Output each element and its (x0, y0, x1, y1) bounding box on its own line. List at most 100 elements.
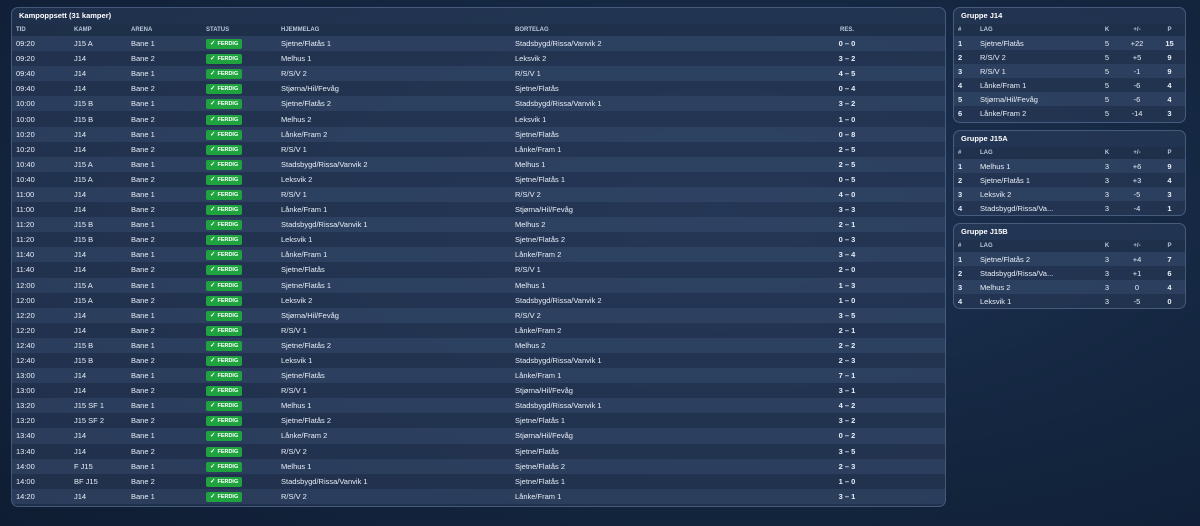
column-header-team: LAG (976, 147, 1094, 159)
standings-row[interactable]: 4 Lånke/Fram 1 5 -6 4 (954, 78, 1185, 92)
table-row[interactable]: 10:20 J14 Bane 2 ✓ FERDIG R/S/V 1 Lånke/Fram 1… (12, 141, 945, 157)
standings-row[interactable]: 5 Stjørna/Hil/Fevåg 5 -6 4 (954, 92, 1185, 106)
status-label: FERDIG (217, 403, 239, 410)
table-row[interactable]: 11:40 J14 Bane 2 ✓ FERDIG Sjetne/Flatås R/S/V … (12, 262, 945, 278)
status-label: FERDIG (217, 267, 239, 274)
schedule-body: 09:20 J15 A Bane 1 ✓ FERDIG Sjetne/Flatås 1 St… (12, 36, 945, 504)
match-time: 09:40 (12, 66, 70, 82)
table-row[interactable]: 12:20 J14 Bane 2 ✓ FERDIG R/S/V 1 Lånke/Fram 2… (12, 322, 945, 338)
team-rank: 1 (954, 159, 976, 173)
status-label: FERDIG (217, 448, 239, 455)
standings-row[interactable]: 4 Stadsbygd/Rissa/Va... 3 -4 1 (954, 201, 1185, 215)
away-team: Stadsbygd/Rissa/Vanvik 1 (511, 96, 809, 112)
team-name: Melhus 2 (976, 280, 1094, 294)
status-label: FERDIG (217, 146, 239, 153)
row-spacer (885, 141, 945, 157)
table-row[interactable]: 09:20 J15 A Bane 1 ✓ FERDIG Sjetne/Flatås 1 St… (12, 36, 945, 52)
table-row[interactable]: 13:20 J15 SF 2 Bane 2 ✓ FERDIG Sjetne/Flatås … (12, 413, 945, 429)
table-row[interactable]: 11:20 J15 B Bane 2 ✓ FERDIG Leksvik 1 Sjetne/F… (12, 232, 945, 248)
standings-row[interactable]: 2 Sjetne/Flatås 1 3 +3 4 (954, 173, 1185, 187)
table-row[interactable]: 11:00 J14 Bane 2 ✓ FERDIG Lånke/Fram 1 Stjørna… (12, 202, 945, 218)
standings-row[interactable]: 4 Leksvik 1 3 -5 0 (954, 294, 1185, 308)
standings-row[interactable]: 3 Melhus 2304 (954, 280, 1185, 294)
status-badge: ✓ FERDIG (206, 189, 243, 200)
standings-row[interactable]: 1 Melhus 1 3 +6 9 (954, 159, 1185, 173)
status-label: FERDIG (217, 282, 239, 289)
standings-table: # LAG K +/- P 1 Sjetne/Flatås 5 +22 15 2 R/S/V 2 5 +5… (954, 24, 1185, 120)
column-header-arena[interactable]: ARENA (127, 24, 202, 36)
status-label: FERDIG (217, 176, 239, 183)
points: 1 (1154, 201, 1185, 215)
match-arena: Bane 1 (127, 247, 202, 263)
table-row[interactable]: 13:20 J15 SF 1 Bane 1 ✓ FERDIG Melhus 1 Stadsb… (12, 398, 945, 414)
match-result: 2 – 3 (809, 352, 885, 369)
table-row[interactable]: 10:00 J15 B Bane 1 ✓ FERDIG Sjetne/Flatås 2 St… (12, 96, 945, 112)
match-arena: Bane 1 (127, 36, 202, 52)
column-header-home[interactable]: HJEMMELAG (277, 24, 511, 36)
column-header-away[interactable]: BORTELAG (511, 24, 809, 36)
column-header-match[interactable]: KAMP (70, 24, 127, 36)
table-row[interactable]: 14:20 J14 Bane 1 ✓ FERDIG R/S/V 2 Lånke/Fram 1… (12, 488, 945, 504)
standings-row[interactable]: 2 Stadsbygd/Rissa/Va... 3 +1 6 (954, 266, 1185, 280)
table-row[interactable]: 11:20 J15 B Bane 1 ✓ FERDIG Stadsbygd/Rissa/V… (12, 217, 945, 233)
standings-row[interactable]: 3 Leksvik 2 3 -5 3 (954, 187, 1185, 201)
table-row[interactable]: 12:00 J15 A Bane 2 ✓ FERDIG Leksvik 2 Stadsbyg… (12, 292, 945, 308)
table-row[interactable]: 12:00 J15 A Bane 1 ✓ FERDIG Sjetne/Flatås 1 Me… (12, 277, 945, 293)
table-row[interactable]: 10:40 J15 A Bane 2 ✓ FERDIG Leksvik 2 Sjetne/F… (12, 171, 945, 187)
match-arena: Bane 1 (127, 217, 202, 233)
match-result: 3 – 5 (809, 307, 885, 323)
goal-difference: +6 (1120, 159, 1154, 173)
table-row[interactable]: 13:40 J14 Bane 1 ✓ FERDIG Lånke/Fram 2 Stjørna… (12, 428, 945, 444)
table-row[interactable]: 14:00 F J15 Bane 1 ✓ FERDIG Melhus 1 Sjetne/Fl… (12, 458, 945, 474)
team-name: Stadsbygd/Rissa/Va... (976, 266, 1094, 280)
standings-row[interactable]: 1 Sjetne/Flatås 5 +22 15 (954, 36, 1185, 50)
table-row[interactable]: 11:40 J14 Bane 1 ✓ FERDIG Lånke/Fram 1 Lånke/F… (12, 247, 945, 263)
column-header-status[interactable]: STATUS (202, 24, 277, 36)
check-icon: ✓ (210, 221, 216, 229)
goal-difference: -1 (1120, 64, 1154, 78)
table-row[interactable]: 09:40 J14 Bane 2 ✓ FERDIG Stjørna/Hil/Fevåg Sj… (12, 81, 945, 97)
match-code: J14 (70, 307, 127, 323)
table-row[interactable]: 13:00 J14 Bane 2 ✓ FERDIG R/S/V 1 Stjørna/Hil/… (12, 383, 945, 399)
away-team: Melhus 2 (511, 217, 809, 233)
table-row[interactable]: 12:40 J15 B Bane 1 ✓ FERDIG Sjetne/Flatås 2 Me… (12, 337, 945, 353)
table-row[interactable]: 11:00 J14 Bane 1 ✓ FERDIG R/S/V 1 R/S/V 24 – 0 (12, 186, 945, 203)
table-row[interactable]: 10:00 J15 B Bane 2 ✓ FERDIG Melhus 2 Leksvik 1… (12, 111, 945, 127)
table-row[interactable]: 14:00 BF J15 Bane 2 ✓ FERDIG Stadsbygd/Rissa/… (12, 473, 945, 489)
goal-difference: 0 (1120, 280, 1154, 294)
match-time: 10:20 (12, 126, 70, 142)
match-code: J14 (70, 51, 127, 67)
table-row[interactable]: 09:40 J14 Bane 1 ✓ FERDIG R/S/V 2 R/S/V 14 – 5 (12, 66, 945, 82)
standings-row[interactable]: 3 R/S/V 1 5 -1 9 (954, 64, 1185, 78)
match-status-cell: ✓ FERDIG (202, 232, 277, 248)
group-title: Gruppe J15B (961, 227, 1008, 236)
match-arena: Bane 1 (127, 96, 202, 112)
table-row[interactable]: 13:40 J14 Bane 2 ✓ FERDIG R/S/V 2 Sjetne/Flatå… (12, 443, 945, 459)
status-badge: ✓ FERDIG (206, 280, 243, 291)
team-rank: 3 (954, 187, 976, 201)
row-spacer (885, 126, 945, 142)
table-row[interactable]: 12:20 J14 Bane 1 ✓ FERDIG Stjørna/Hil/Fevåg R/… (12, 307, 945, 323)
column-header-result[interactable]: RES. (809, 24, 885, 36)
table-row[interactable]: 10:20 J14 Bane 1 ✓ FERDIG Lånke/Fram 2 Sjetne/… (12, 126, 945, 142)
match-status-cell: ✓ FERDIG (202, 473, 277, 489)
match-status-cell: ✓ FERDIG (202, 186, 277, 203)
match-time: 11:00 (12, 202, 70, 218)
check-icon: ✓ (210, 236, 216, 244)
table-row[interactable]: 10:40 J15 A Bane 1 ✓ FERDIG Stadsbygd/Rissa/V… (12, 156, 945, 172)
table-row[interactable]: 12:40 J15 B Bane 2 ✓ FERDIG Leksvik 1 Stadsbyg… (12, 352, 945, 369)
status-label: FERDIG (217, 237, 239, 244)
match-code: J15 A (70, 36, 127, 52)
table-row[interactable]: 09:20 J14 Bane 2 ✓ FERDIG Melhus 1 Leksvik 23 … (12, 51, 945, 67)
standings-row[interactable]: 1 Sjetne/Flatås 2 3 +4 7 (954, 252, 1185, 266)
match-result: 2 – 3 (809, 458, 885, 474)
check-icon: ✓ (210, 85, 216, 93)
standings-row[interactable]: 2 R/S/V 2 5 +5 9 (954, 50, 1185, 64)
standings-row[interactable]: 6 Lånke/Fram 2 5 -14 3 (954, 106, 1185, 120)
check-icon: ✓ (210, 70, 216, 78)
team-name: Stadsbygd/Rissa/Va... (976, 201, 1094, 215)
column-header-time[interactable]: TID (12, 24, 70, 36)
match-arena: Bane 1 (127, 398, 202, 414)
table-row[interactable]: 13:00 J14 Bane 1 ✓ FERDIG Sjetne/Flatås Lånke/… (12, 368, 945, 384)
status-badge: ✓ FERDIG (206, 69, 243, 80)
